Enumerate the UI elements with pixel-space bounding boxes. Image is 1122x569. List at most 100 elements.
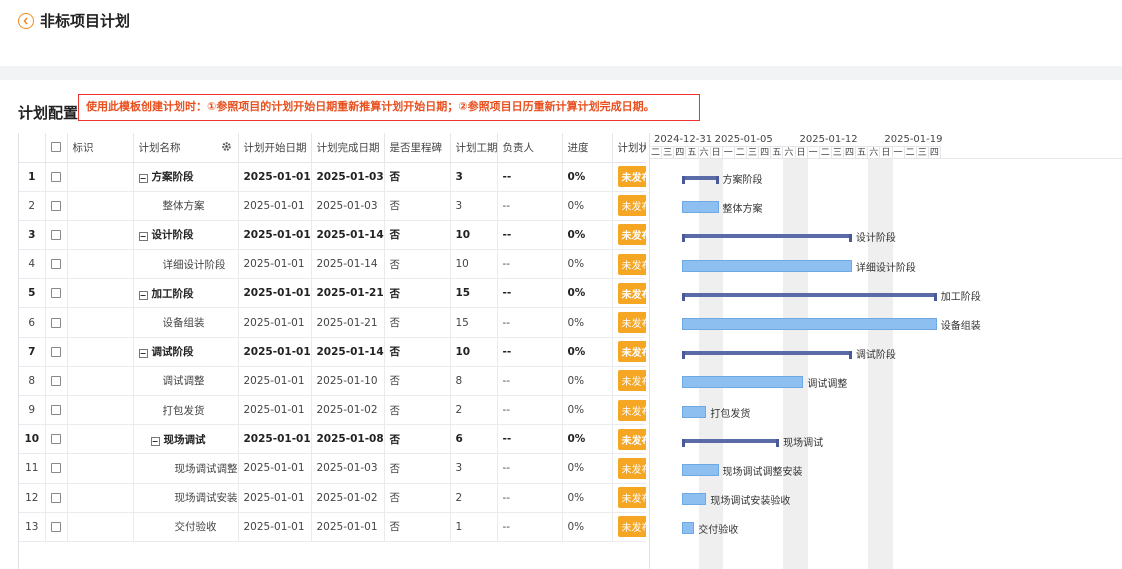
gear-icon[interactable] bbox=[221, 141, 232, 152]
collapse-icon[interactable]: − bbox=[138, 290, 148, 300]
row-status[interactable]: 未发布 bbox=[612, 337, 646, 367]
row-checkbox[interactable] bbox=[45, 366, 68, 397]
row-status[interactable]: 未发布 bbox=[612, 453, 646, 484]
row-plan-name[interactable]: 设备组装 bbox=[133, 307, 239, 338]
row-plan-name[interactable]: 打包发货 bbox=[133, 395, 239, 426]
status-badge[interactable]: 未发布 bbox=[617, 370, 646, 392]
status-badge[interactable]: 未发布 bbox=[617, 516, 646, 538]
row-checkbox[interactable] bbox=[45, 191, 68, 221]
row-checkbox[interactable] bbox=[45, 249, 68, 280]
status-badge[interactable]: 未发布 bbox=[617, 195, 646, 217]
row-status[interactable]: 未发布 bbox=[612, 278, 646, 309]
status-badge[interactable]: 未发布 bbox=[617, 224, 646, 246]
task-bar[interactable] bbox=[682, 376, 804, 389]
col-status[interactable]: 计划状 bbox=[612, 133, 646, 163]
row-checkbox[interactable] bbox=[45, 453, 68, 484]
summary-bar[interactable] bbox=[682, 351, 852, 360]
row-end: 2025-01-14 bbox=[311, 249, 385, 280]
col-milestone[interactable]: 是否里程碑 bbox=[384, 133, 451, 163]
row-status[interactable]: 未发布 bbox=[612, 424, 646, 455]
row-plan-name[interactable]: − 加工阶段 bbox=[133, 278, 239, 309]
row-status[interactable]: 未发布 bbox=[612, 395, 646, 426]
task-bar[interactable] bbox=[682, 464, 719, 476]
row-plan-name[interactable]: 详细设计阶段 bbox=[133, 249, 239, 280]
col-start[interactable]: 计划开始日期 bbox=[238, 133, 312, 163]
col-name[interactable]: 计划名称 bbox=[133, 133, 239, 163]
row-plan-name[interactable]: 调试调整 bbox=[133, 366, 239, 397]
row-status[interactable]: 未发布 bbox=[612, 220, 646, 251]
table-row[interactable]: 7−调试阶段2025-01-012025-01-14否10--0%未发布 bbox=[19, 337, 646, 367]
row-plan-name[interactable]: − 现场调试 bbox=[133, 424, 239, 455]
summary-bar[interactable] bbox=[682, 292, 937, 301]
task-bar[interactable] bbox=[682, 522, 695, 535]
page-title: 非标项目计划 bbox=[40, 12, 131, 30]
row-plan-name[interactable]: − 方案阶段 bbox=[133, 162, 239, 192]
summary-bar[interactable] bbox=[682, 234, 852, 243]
table-row[interactable]: 8调试调整2025-01-012025-01-10否8--0%未发布 bbox=[19, 366, 646, 397]
collapse-icon[interactable]: − bbox=[138, 349, 148, 359]
collapse-icon[interactable]: − bbox=[138, 174, 148, 184]
table-row[interactable]: 3−设计阶段2025-01-012025-01-14否10--0%未发布 bbox=[19, 220, 646, 251]
row-status[interactable]: 未发布 bbox=[612, 366, 646, 397]
row-status[interactable]: 未发布 bbox=[612, 307, 646, 338]
row-checkbox[interactable] bbox=[45, 483, 68, 513]
row-status[interactable]: 未发布 bbox=[612, 512, 646, 542]
row-plan-name[interactable]: − 设计阶段 bbox=[133, 220, 239, 251]
collapse-icon[interactable]: − bbox=[138, 232, 148, 242]
row-number: 3 bbox=[19, 220, 46, 251]
row-plan-name[interactable]: − 调试阶段 bbox=[133, 337, 239, 367]
table-row[interactable]: 9 打包发货 2025-01-012025-01-02否2--0%未发布 bbox=[19, 395, 646, 426]
row-checkbox[interactable] bbox=[45, 220, 68, 251]
col-end[interactable]: 计划完成日期 bbox=[311, 133, 385, 163]
table-row[interactable]: 10−现场调试2025-01-012025-01-08否6--0%未发布 bbox=[19, 424, 646, 455]
row-plan-name[interactable]: 现场调试安装验收 bbox=[133, 483, 239, 513]
status-badge[interactable]: 未发布 bbox=[617, 282, 646, 304]
col-owner[interactable]: 负责人 bbox=[497, 133, 563, 163]
table-row[interactable]: 12 现场调试安装验收2025-01-012025-01-02否2--0%未发布 bbox=[19, 483, 646, 513]
status-badge[interactable]: 未发布 bbox=[617, 253, 646, 275]
row-number: 7 bbox=[19, 337, 46, 367]
table-row[interactable]: 5−加工阶段2025-01-012025-01-21否15--0%未发布 bbox=[19, 278, 646, 309]
row-checkbox[interactable] bbox=[45, 424, 68, 455]
task-bar[interactable] bbox=[682, 405, 707, 418]
table-row[interactable]: 13交付验收2025-01-012025-01-01否1--0%未发布 bbox=[19, 512, 646, 542]
row-status[interactable]: 未发布 bbox=[612, 249, 646, 280]
status-badge[interactable]: 未发布 bbox=[617, 399, 646, 421]
row-checkbox[interactable] bbox=[45, 512, 68, 542]
summary-bar[interactable] bbox=[682, 176, 719, 184]
status-badge[interactable]: 未发布 bbox=[617, 457, 646, 479]
col-duration[interactable]: 计划工期 bbox=[450, 133, 498, 163]
task-bar[interactable] bbox=[682, 259, 852, 272]
row-status[interactable]: 未发布 bbox=[612, 162, 646, 192]
row-end: 2025-01-03 bbox=[311, 453, 385, 484]
row-checkbox[interactable] bbox=[45, 278, 68, 309]
table-row[interactable]: 1−方案阶段2025-01-012025-01-03否3--0%未发布 bbox=[19, 162, 646, 192]
select-all-checkbox[interactable] bbox=[45, 133, 68, 163]
col-mark[interactable]: 标识 bbox=[67, 133, 134, 163]
row-plan-name[interactable]: 整体方案 bbox=[133, 191, 239, 221]
row-checkbox[interactable] bbox=[45, 337, 68, 367]
status-badge[interactable]: 未发布 bbox=[617, 487, 646, 509]
task-bar[interactable] bbox=[682, 318, 937, 330]
table-row[interactable]: 2 整体方案 2025-01-012025-01-03否3--0%未发布 bbox=[19, 191, 646, 221]
status-badge[interactable]: 未发布 bbox=[617, 341, 646, 363]
table-row[interactable]: 11 现场调试调整安装2025-01-012025-01-03否3--0%未发布 bbox=[19, 453, 646, 484]
back-circle-icon[interactable] bbox=[18, 13, 34, 29]
row-checkbox[interactable] bbox=[45, 162, 68, 192]
row-status[interactable]: 未发布 bbox=[612, 191, 646, 221]
row-plan-name[interactable]: 交付验收 bbox=[133, 512, 239, 542]
status-badge[interactable]: 未发布 bbox=[617, 428, 646, 450]
col-progress[interactable]: 进度 bbox=[562, 133, 613, 163]
row-checkbox[interactable] bbox=[45, 307, 68, 338]
task-bar[interactable] bbox=[682, 493, 707, 506]
collapse-icon[interactable]: − bbox=[150, 436, 160, 446]
table-row[interactable]: 4 详细设计阶段 2025-01-012025-01-14否10--0%未发布 bbox=[19, 249, 646, 280]
summary-bar[interactable] bbox=[682, 438, 780, 447]
row-plan-name[interactable]: 现场调试调整安装 bbox=[133, 453, 239, 484]
table-row[interactable]: 6 设备组装 2025-01-012025-01-21否15--0%未发布 bbox=[19, 307, 646, 338]
task-bar[interactable] bbox=[682, 201, 719, 214]
status-badge[interactable]: 未发布 bbox=[617, 166, 646, 188]
row-checkbox[interactable] bbox=[45, 395, 68, 426]
status-badge[interactable]: 未发布 bbox=[617, 312, 646, 334]
row-status[interactable]: 未发布 bbox=[612, 483, 646, 513]
